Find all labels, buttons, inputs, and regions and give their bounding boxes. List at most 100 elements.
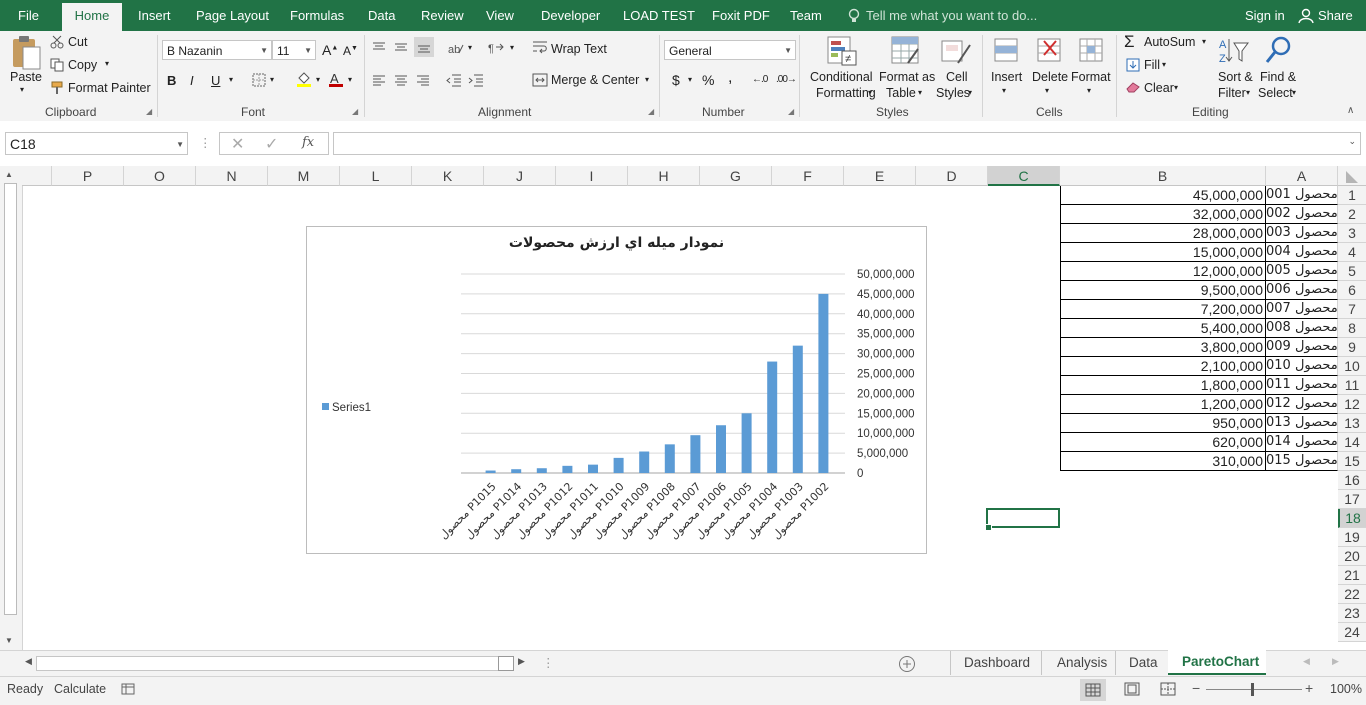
cell-a15[interactable]: محصول 015	[1266, 452, 1338, 471]
cell-a14[interactable]: محصول 014	[1266, 433, 1338, 452]
format-dropdown-icon[interactable]: ▾	[1087, 86, 1091, 95]
align-left-icon[interactable]	[372, 74, 386, 86]
cell-a3[interactable]: محصول 003	[1266, 224, 1338, 243]
font-color-dropdown-icon[interactable]: ▾	[348, 75, 352, 84]
row-header-8[interactable]: 8	[1338, 319, 1366, 338]
sort-filter-dropdown-icon[interactable]: ▾	[1246, 88, 1250, 97]
prev-sheet-icon[interactable]: ◀	[1303, 656, 1310, 667]
row-header-18[interactable]: 18	[1338, 509, 1366, 528]
find-select-dropdown-icon[interactable]: ▾	[1292, 88, 1296, 97]
merge-dropdown-icon[interactable]: ▾	[645, 75, 649, 84]
bar[interactable]	[562, 465, 573, 473]
row-header-17[interactable]: 17	[1338, 490, 1366, 509]
bar[interactable]	[716, 425, 726, 473]
conditional-dropdown-icon[interactable]: ▾	[868, 88, 872, 97]
row-header-10[interactable]: 10	[1338, 357, 1366, 376]
column-header-p[interactable]: P	[52, 166, 124, 186]
fill-button[interactable]: Fill	[1144, 58, 1160, 72]
borders-icon[interactable]	[252, 73, 266, 87]
row-header-15[interactable]: 15	[1338, 452, 1366, 471]
cut-button[interactable]: Cut	[68, 35, 87, 49]
cell-a12[interactable]: محصول 012	[1266, 395, 1338, 414]
find-select-button[interactable]: Find &	[1260, 70, 1296, 84]
fill-dropdown-icon[interactable]: ▾	[1162, 60, 1166, 69]
bar[interactable]	[792, 345, 803, 473]
cell-b4[interactable]: 15,000,000	[1060, 243, 1266, 262]
fill-color-icon[interactable]	[296, 71, 312, 87]
column-header-j[interactable]: J	[484, 166, 556, 186]
tab-review[interactable]: Review	[421, 8, 464, 23]
column-header-g[interactable]: G	[700, 166, 772, 186]
tab-load-test[interactable]: LOAD TEST	[623, 8, 695, 23]
number-format-combo[interactable]: General ▼	[664, 40, 796, 60]
add-sheet-icon[interactable]	[898, 655, 916, 673]
status-calculate[interactable]: Calculate	[54, 682, 106, 696]
row-header-22[interactable]: 22	[1338, 585, 1366, 604]
align-top-icon[interactable]	[372, 41, 386, 53]
cell-a6[interactable]: محصول 006	[1266, 281, 1338, 300]
decrease-indent-icon[interactable]	[446, 73, 462, 87]
next-sheet-icon[interactable]: ▶	[1332, 656, 1339, 667]
text-direction-icon[interactable]: ¶	[488, 41, 504, 55]
column-header-e[interactable]: E	[844, 166, 916, 186]
paste-button[interactable]: Paste	[10, 70, 42, 84]
tell-me-search[interactable]: Tell me what you want to do...	[866, 8, 1037, 23]
copy-dropdown-icon[interactable]: ▾	[105, 59, 109, 68]
autosum-button[interactable]: AutoSum	[1144, 35, 1195, 49]
shrink-font-icon[interactable]: A▼	[343, 44, 358, 58]
font-color-icon[interactable]: A	[328, 71, 344, 88]
vertical-scrollbar[interactable]: ▲ ▼	[0, 166, 23, 650]
bar[interactable]	[639, 451, 650, 473]
cell-b9[interactable]: 3,800,000	[1060, 338, 1266, 357]
alignment-launcher-icon[interactable]: ◢	[648, 107, 654, 116]
row-header-12[interactable]: 12	[1338, 395, 1366, 414]
orientation-icon[interactable]: ab	[448, 41, 464, 56]
cell-b2[interactable]: 32,000,000	[1060, 205, 1266, 224]
tab-team[interactable]: Team	[790, 8, 822, 23]
formula-input[interactable]: ⌄	[333, 132, 1361, 155]
percent-button[interactable]: %	[702, 72, 714, 88]
column-header-f[interactable]: F	[772, 166, 844, 186]
tab-data[interactable]: Data	[368, 8, 395, 23]
currency-button[interactable]: $	[672, 72, 680, 88]
cell-b13[interactable]: 950,000	[1060, 414, 1266, 433]
column-header-b[interactable]: B	[1060, 166, 1266, 186]
page-layout-view-icon[interactable]	[1124, 682, 1140, 696]
column-header-h[interactable]: H	[628, 166, 700, 186]
copy-button[interactable]: Copy	[68, 58, 97, 72]
align-center-icon[interactable]	[394, 74, 408, 86]
delete-button[interactable]: Delete	[1032, 70, 1068, 84]
delete-dropdown-icon[interactable]: ▾	[1045, 86, 1049, 95]
bar[interactable]	[485, 470, 496, 473]
row-header-14[interactable]: 14	[1338, 433, 1366, 452]
merge-center-button[interactable]: Merge & Center	[551, 73, 639, 87]
scroll-left-icon[interactable]: ◀	[25, 656, 32, 667]
row-header-7[interactable]: 7	[1338, 300, 1366, 319]
cell-b12[interactable]: 1,200,000	[1060, 395, 1266, 414]
row-header-23[interactable]: 23	[1338, 604, 1366, 623]
column-header-k[interactable]: K	[412, 166, 484, 186]
clear-button[interactable]: Clear	[1144, 81, 1174, 95]
cell-b6[interactable]: 9,500,000	[1060, 281, 1266, 300]
zoom-in-icon[interactable]: +	[1305, 680, 1313, 696]
cell-b7[interactable]: 7,200,000	[1060, 300, 1266, 319]
column-header-l[interactable]: L	[340, 166, 412, 186]
cell-styles-dropdown-icon[interactable]: ▾	[968, 88, 972, 97]
row-header-16[interactable]: 16	[1338, 471, 1366, 490]
decrease-decimal-icon[interactable]: .00→	[776, 74, 797, 85]
sheet-tab-analysis[interactable]: Analysis	[1057, 655, 1107, 670]
text-direction-dropdown-icon[interactable]: ▾	[510, 43, 514, 52]
clipboard-launcher-icon[interactable]: ◢	[146, 107, 152, 116]
cell-b14[interactable]: 620,000	[1060, 433, 1266, 452]
cell-b3[interactable]: 28,000,000	[1060, 224, 1266, 243]
cell-b15[interactable]: 310,000	[1060, 452, 1266, 471]
active-sheet-tab[interactable]: ParetoChart	[1168, 650, 1266, 675]
tab-view[interactable]: View	[486, 8, 514, 23]
increase-indent-icon[interactable]	[468, 73, 484, 87]
font-name-combo[interactable]: B Nazanin ▼	[162, 40, 272, 60]
tab-insert[interactable]: Insert	[138, 8, 171, 23]
insert-button[interactable]: Insert	[991, 70, 1022, 84]
fill-handle[interactable]	[985, 524, 992, 531]
bar[interactable]	[613, 457, 624, 473]
format-as-table-button[interactable]: Format as	[879, 70, 935, 84]
